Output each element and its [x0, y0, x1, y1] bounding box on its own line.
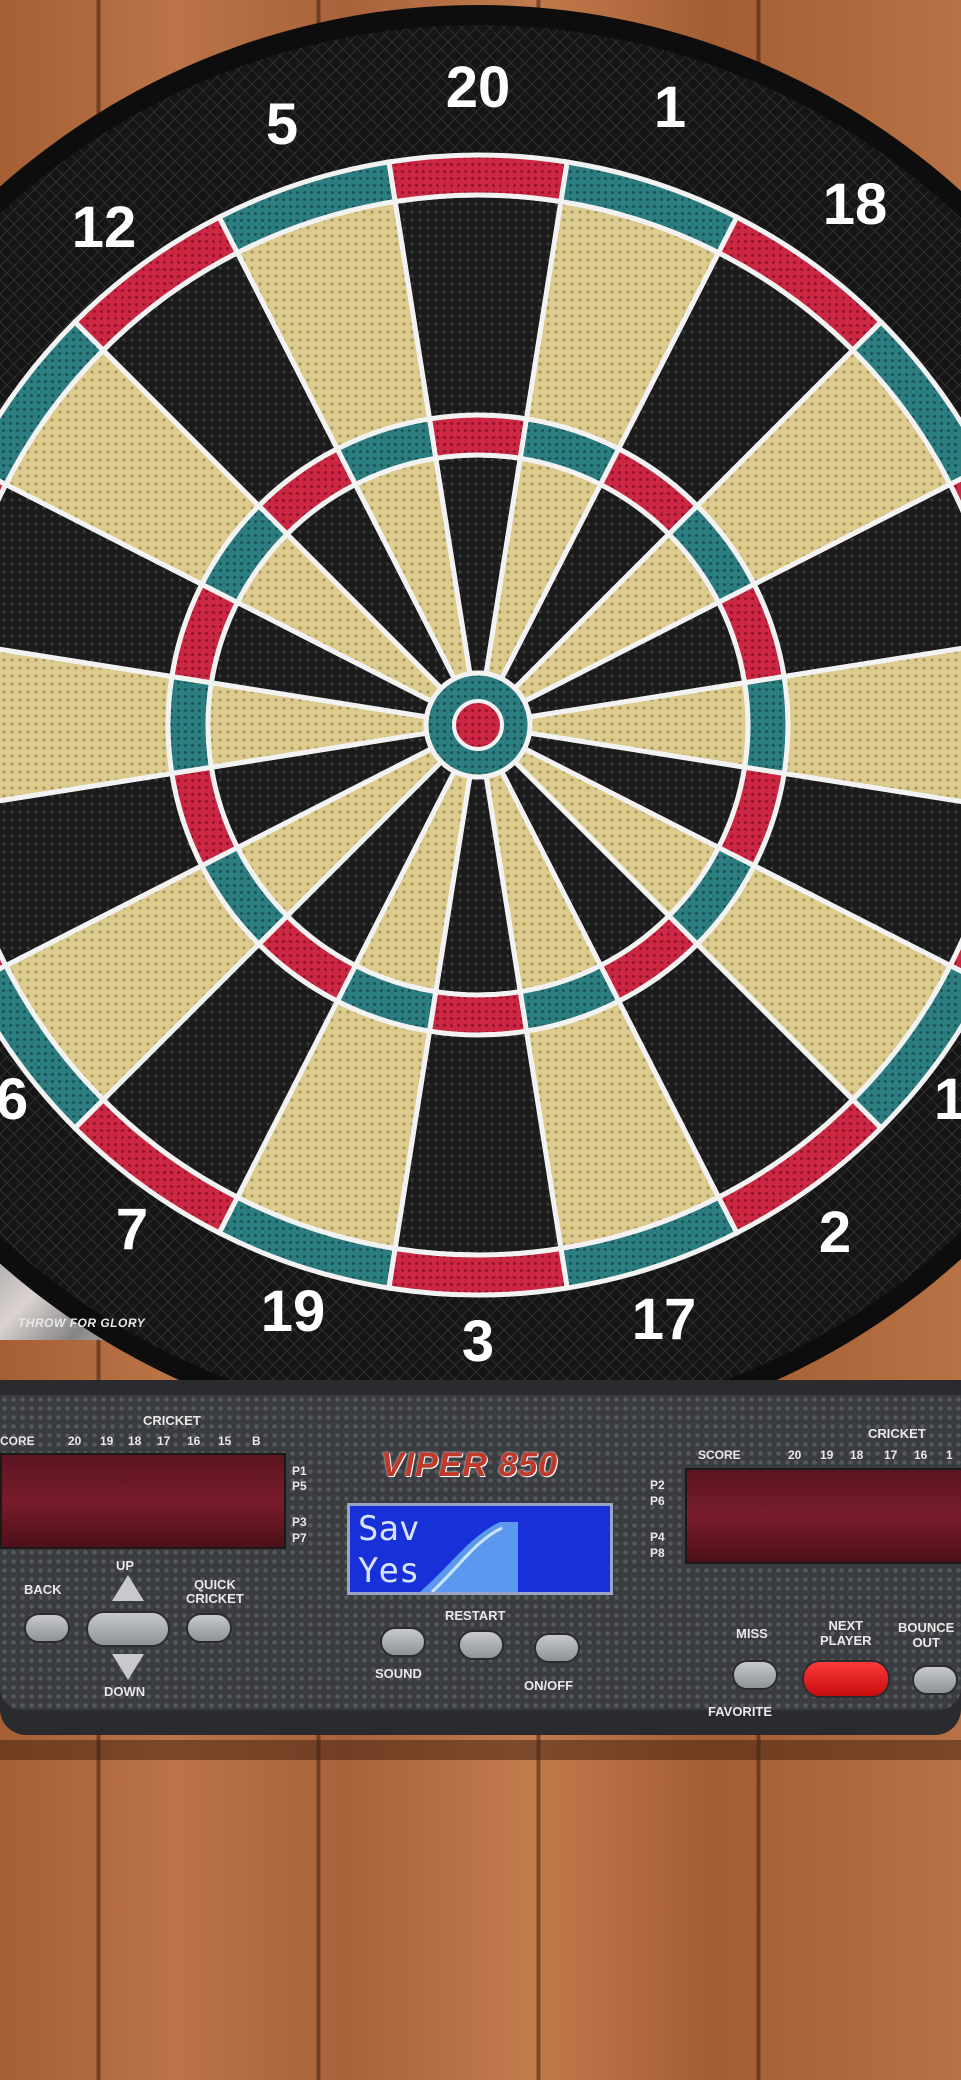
column-label: 17 [157, 1434, 171, 1448]
player-label: P5 [292, 1479, 307, 1493]
double-segment-3 [385, 1245, 571, 1298]
quick-cricket-button[interactable] [186, 1613, 232, 1643]
bullseye [452, 699, 504, 751]
restart-button[interactable] [458, 1630, 504, 1660]
back-button[interactable] [24, 1613, 70, 1643]
up-button[interactable] [112, 1575, 144, 1601]
treble-segment-11 [165, 673, 215, 777]
column-label: 19 [820, 1448, 834, 1462]
right-score-columns: SCORE 20 19 18 17 16 1 [690, 1448, 961, 1466]
number-3: 3 [461, 1309, 495, 1374]
favorite-label: FAVORITE [708, 1704, 773, 1719]
on-off-button[interactable] [534, 1633, 580, 1663]
bounce-out-label: BOUNCE OUT [898, 1620, 955, 1650]
up-label: UP [116, 1558, 135, 1573]
number-13-partial: 1 [933, 1067, 961, 1132]
number-20: 20 [445, 55, 511, 120]
dartboard [0, 5, 961, 1400]
treble-segment-6 [741, 673, 791, 777]
player-label: P8 [650, 1546, 665, 1560]
column-label: 16 [187, 1434, 201, 1448]
number-2: 2 [818, 1200, 852, 1265]
bounce-out-button[interactable] [912, 1665, 958, 1695]
player-label: P6 [650, 1494, 665, 1508]
column-label: 20 [68, 1434, 82, 1448]
lcd-glare [420, 1522, 518, 1592]
column-label: 16 [914, 1448, 928, 1462]
next-player-label: NEXT PLAYER [820, 1618, 872, 1648]
player-label: P1 [292, 1464, 307, 1478]
down-label: DOWN [104, 1684, 146, 1699]
quick-cricket-label: QUICK CRICKET [186, 1577, 244, 1606]
number-18: 18 [822, 172, 888, 237]
next-player-button[interactable] [802, 1660, 890, 1698]
number-7: 7 [115, 1197, 149, 1262]
column-label: CORE [0, 1434, 35, 1448]
right-score-display [685, 1468, 961, 1564]
double-segment-20 [385, 152, 571, 205]
column-label: 18 [128, 1434, 142, 1448]
on-off-label: ON/OFF [524, 1678, 574, 1693]
miss-button[interactable] [732, 1660, 778, 1690]
number-6-partial: 6 [0, 1067, 29, 1132]
column-label: 19 [100, 1434, 114, 1448]
player-label: P2 [650, 1478, 665, 1492]
sound-label: SOUND [375, 1666, 422, 1681]
column-label: 17 [884, 1448, 898, 1462]
back-label: BACK [24, 1582, 62, 1597]
player-label: P4 [650, 1530, 665, 1544]
column-label: 1 [946, 1448, 953, 1462]
select-button[interactable] [86, 1611, 170, 1647]
column-label: B [252, 1434, 261, 1448]
down-button[interactable] [112, 1654, 144, 1680]
player-label: P7 [292, 1531, 307, 1545]
tagline: THROW FOR GLORY [18, 1316, 146, 1330]
number-12: 12 [71, 195, 137, 260]
miss-label: MISS [736, 1626, 768, 1641]
column-label: 15 [218, 1434, 232, 1448]
left-cricket-header: CRICKET [143, 1413, 201, 1428]
player-label: P3 [292, 1515, 307, 1529]
lcd-screen: Sav Yes [347, 1503, 613, 1595]
column-label: 20 [788, 1448, 802, 1462]
left-score-columns: CORE 20 19 18 17 16 15 B [0, 1434, 280, 1452]
restart-label: RESTART [445, 1608, 506, 1623]
number-17: 17 [631, 1287, 697, 1352]
treble-segment-3 [426, 988, 530, 1038]
number-19: 19 [260, 1279, 326, 1344]
column-label: 18 [850, 1448, 864, 1462]
number-5: 5 [265, 92, 299, 157]
treble-segment-20 [426, 412, 530, 462]
number-1: 1 [653, 75, 687, 140]
wall-plank-seam [0, 1740, 961, 1760]
right-cricket-header: CRICKET [868, 1426, 926, 1441]
sound-button[interactable] [380, 1627, 426, 1657]
left-score-display [0, 1453, 286, 1549]
brand-logo: VIPER 850 [381, 1446, 559, 1484]
column-label: SCORE [698, 1448, 741, 1462]
